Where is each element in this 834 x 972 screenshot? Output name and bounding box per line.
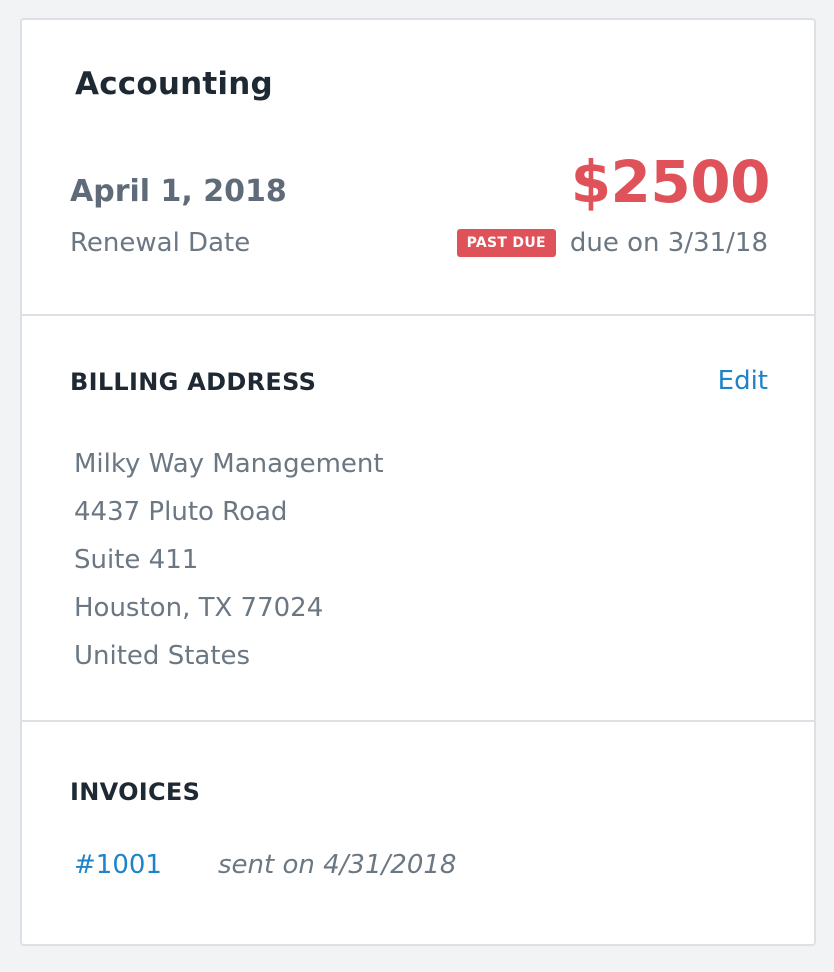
invoice-sent-date: sent on 4/31/2018 — [218, 850, 457, 880]
address-line-country: United States — [74, 641, 251, 671]
invoice-number-link[interactable]: #1001 — [74, 850, 218, 880]
renewal-date-label: Renewal Date — [70, 228, 251, 258]
amount-due: $2500 — [570, 148, 771, 216]
invoices-heading: INVOICES — [70, 778, 201, 806]
account-title: Accounting — [75, 66, 273, 102]
past-due-badge: PAST DUE — [456, 229, 556, 257]
address-line-company: Milky Way Management — [74, 449, 384, 479]
address-line-street: 4437 Pluto Road — [74, 497, 288, 527]
renewal-date: April 1, 2018 — [70, 174, 287, 209]
account-card: Accounting April 1, 2018 Renewal Date $2… — [20, 18, 816, 946]
address-line-suite: Suite 411 — [74, 545, 199, 575]
billing-address-heading: BILLING ADDRESS — [70, 368, 317, 396]
billing-address: Milky Way Management 4437 Pluto Road Sui… — [74, 440, 384, 680]
invoices-section: INVOICES #1001 sent on 4/31/2018 — [22, 722, 814, 944]
address-line-city: Houston, TX 77024 — [74, 593, 324, 623]
summary-section: Accounting April 1, 2018 Renewal Date $2… — [22, 20, 814, 316]
due-status-row: PAST DUE due on 3/31/18 — [456, 228, 768, 258]
billing-address-section: BILLING ADDRESS Edit Milky Way Managemen… — [22, 316, 814, 722]
edit-billing-address-link[interactable]: Edit — [718, 366, 768, 396]
invoice-row: #1001 sent on 4/31/2018 — [74, 850, 456, 880]
due-date-text: due on 3/31/18 — [569, 228, 768, 258]
